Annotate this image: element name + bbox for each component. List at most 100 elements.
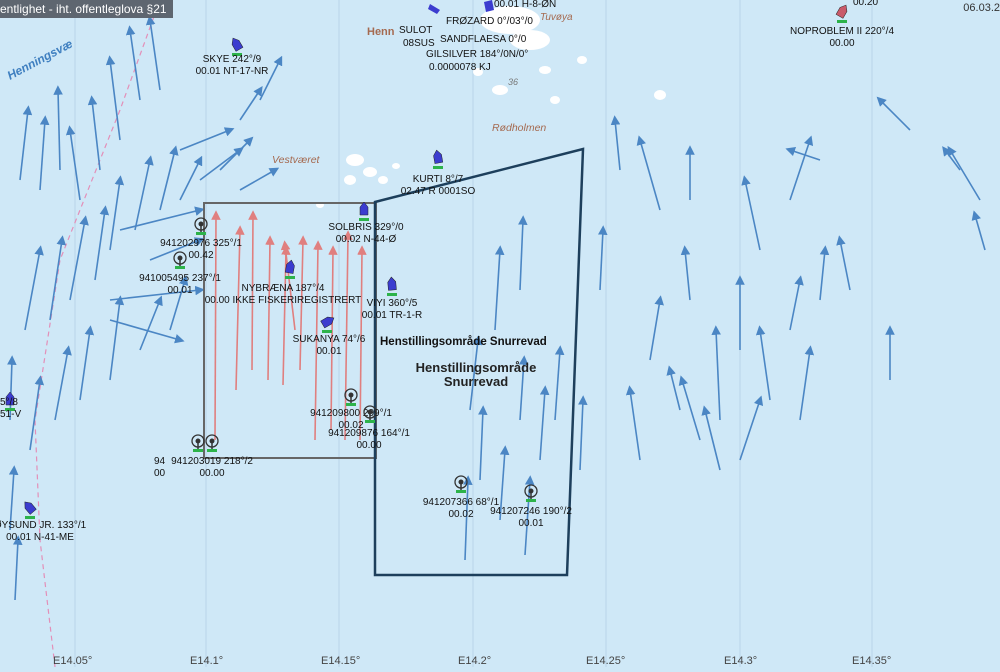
current-arrow xyxy=(680,245,691,301)
ais-antenna-icon xyxy=(173,251,187,266)
ais-id: 941207246 190°/2 xyxy=(490,506,572,517)
vessel-nybraena[interactable]: NYBRÆNA 187°/400.00 IKKE FISKERIREGISTRE… xyxy=(205,259,362,306)
current-arrow xyxy=(678,375,701,441)
place-henningsvaer: Henningsvæ xyxy=(5,36,75,82)
current-arrow xyxy=(239,86,263,121)
status-bar xyxy=(175,266,185,269)
ais-id: 941209800 299°/1 xyxy=(310,408,392,419)
vessel-icon xyxy=(835,4,848,19)
depth-label: 36 xyxy=(508,77,518,87)
vessel-name: KURTI 8°/7 xyxy=(413,174,464,185)
current-arrow xyxy=(494,245,505,331)
ais-antenna-icon xyxy=(194,217,208,232)
current-arrow xyxy=(125,25,141,101)
vessel-icon xyxy=(484,0,494,12)
current-arrow xyxy=(219,136,254,171)
vessel-info: 00.02 N-44-Ø xyxy=(336,234,397,245)
vessel-icon xyxy=(231,37,244,52)
zone-chart-label-1: Henstillingsområde xyxy=(416,360,537,375)
current-arrow xyxy=(179,155,203,201)
ais-station-a6[interactable]: 941203019 218°/200.00 xyxy=(171,434,253,479)
current-arrow xyxy=(109,295,125,381)
ais-station-a7[interactable]: 941207366 68°/100.02 xyxy=(423,475,500,520)
ais-station-a3[interactable]: 941209800 299°/100.02 xyxy=(310,388,392,431)
vessel-solbris[interactable]: SOLBRIS 329°/000.02 N-44-Ø xyxy=(328,201,404,245)
cluster-label: 00.20 xyxy=(853,0,878,8)
current-arrow xyxy=(105,55,121,141)
place-henn: Henn xyxy=(367,26,395,38)
vessel-info: 00.01 N-41-ME xyxy=(6,532,74,543)
vessel-icon xyxy=(387,276,397,291)
vessel-noproblem[interactable]: NOPROBLEM II 220°/400.00 xyxy=(790,3,894,49)
ais-info: 00.00 xyxy=(199,468,224,479)
vessel-name: ØYSUND JR. 133°/1 xyxy=(0,520,87,531)
cluster-label: SULOT xyxy=(399,25,432,36)
current-arrow xyxy=(819,245,830,301)
ais-id: 941207366 68°/1 xyxy=(423,497,500,508)
cluster-label: GILSILVER 184°/0N/0° xyxy=(426,49,528,60)
status-bar xyxy=(346,403,356,406)
current-arrow xyxy=(53,85,63,171)
status-bar xyxy=(387,293,397,296)
current-arrow xyxy=(69,215,89,301)
current-arrow xyxy=(134,155,154,231)
current-arrow xyxy=(539,385,550,461)
current-arrow xyxy=(79,325,95,401)
lon-label: E14.25° xyxy=(586,655,625,667)
status-bar xyxy=(526,499,536,502)
place-rodholmen: Rødholmen xyxy=(492,122,546,134)
vessel-viyi[interactable]: VIYI 360°/500.01 TR-1-R xyxy=(362,276,422,321)
current-arrow xyxy=(610,115,621,171)
current-arrow xyxy=(739,395,764,461)
vessel-icon xyxy=(433,149,444,164)
current-arrow xyxy=(836,235,851,291)
vessel-icon xyxy=(320,316,335,329)
status-bar xyxy=(207,449,217,452)
ais-id: 941203019 218°/2 xyxy=(171,456,253,467)
lon-label: E14.3° xyxy=(724,655,757,667)
vessel-name: NOPROBLEM II 220°/4 xyxy=(790,26,894,37)
current-arrow xyxy=(789,275,804,331)
status-bar xyxy=(285,276,295,279)
vessel-name: NYBRÆNA 187°/4 xyxy=(242,283,325,294)
vessel-sukanya[interactable]: SUKANYA 74°/600.01 xyxy=(293,315,366,357)
ais-antenna-icon xyxy=(344,388,358,403)
current-arrow xyxy=(666,365,681,411)
current-arrow xyxy=(971,210,986,251)
ais-info: 00.01 xyxy=(518,518,543,529)
place-vestvaeret: Vestværet xyxy=(272,154,321,166)
map-view[interactable]: Henstillingsområde Snurrevad Henstilling… xyxy=(0,0,1000,668)
cluster-label: 0.0000078 KJ xyxy=(429,62,491,73)
current-arrow xyxy=(54,345,72,421)
vessel-info: 02.47 R 0001SO xyxy=(401,186,476,197)
vessel-name: 5°/8 xyxy=(0,397,18,408)
ais-station-a1[interactable]: 941202976 325°/100.42 xyxy=(160,217,242,261)
map-canvas[interactable]: Henstillingsområde Snurrevad Henstilling… xyxy=(0,0,1000,668)
vessel-info: 00.01 xyxy=(316,346,341,357)
vessel-skye[interactable]: SKYE 242°/900.01 NT-17-NR xyxy=(196,36,269,77)
vessel-name: VIYI 360°/5 xyxy=(367,298,418,309)
current-arrow xyxy=(145,15,161,91)
vessel-name: SUKANYA 74°/6 xyxy=(293,334,366,345)
track-arrow xyxy=(265,235,275,381)
current-arrow xyxy=(597,225,608,291)
current-arrow xyxy=(789,135,814,201)
zone-chart-label-2: Snurrevad xyxy=(444,374,508,389)
lon-label: E14.35° xyxy=(852,655,891,667)
current-arrow xyxy=(876,96,911,131)
lon-label: E14.1° xyxy=(190,655,223,667)
track-arrow xyxy=(235,225,245,391)
current-arrow xyxy=(49,235,67,321)
vessel-kurti[interactable]: KURTI 8°/702.47 R 0001SO xyxy=(401,149,476,197)
current-arrow xyxy=(477,405,488,481)
vessel-icon xyxy=(24,501,37,515)
vessel-oysund[interactable]: ØYSUND JR. 133°/100.01 N-41-ME xyxy=(0,499,87,543)
status-bar xyxy=(196,232,206,235)
current-arrow xyxy=(12,535,23,601)
cluster-label: FRØZARD 0°/03°/0 xyxy=(446,16,533,27)
vessel-left[interactable]: 5°/851-V xyxy=(0,391,21,420)
status-bar xyxy=(193,449,203,452)
current-arrow xyxy=(29,375,45,451)
vessel-icon xyxy=(428,4,440,14)
ais-id: 941005495 237°/1 xyxy=(139,273,221,284)
